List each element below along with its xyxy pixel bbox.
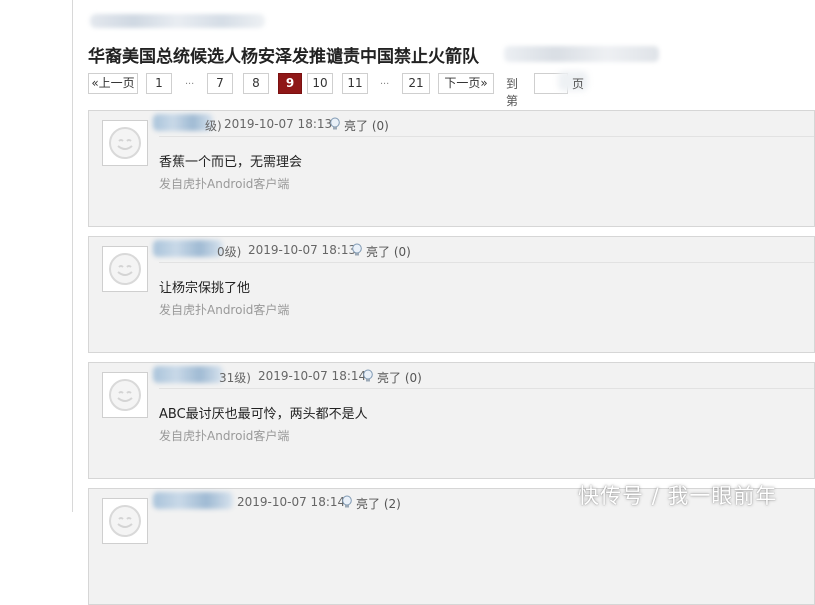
- page-link-current[interactable]: 9: [278, 73, 302, 94]
- lightbulb-icon: [342, 495, 352, 508]
- like-button[interactable]: 亮了 (2): [356, 495, 401, 512]
- avatar[interactable]: [102, 246, 148, 292]
- goto-page-suffix: 页: [572, 77, 585, 91]
- like-button[interactable]: 亮了 (0): [377, 369, 422, 386]
- page-title: 华裔美国总统候选人杨安泽发推谴责中国禁止火箭队: [88, 47, 479, 67]
- goto-page-label: 到第: [506, 77, 519, 108]
- user-level: 0级): [217, 245, 242, 259]
- post-content: 香蕉一个而已，无需理会: [159, 155, 303, 170]
- post-source: 发自虎扑Android客户端: [159, 303, 290, 317]
- page-link-7[interactable]: 7: [207, 73, 233, 94]
- post-timestamp: 2019-10-07 18:14: [258, 369, 367, 383]
- avatar[interactable]: [102, 120, 148, 166]
- username-blurred[interactable]: [153, 114, 213, 131]
- username-blurred[interactable]: [153, 492, 233, 509]
- breadcrumb: [90, 14, 265, 28]
- reply-post: 级) 2019-10-07 18:13 亮了 (0) 香蕉一个而已，无需理会 发…: [88, 110, 815, 227]
- user-level: 31级): [219, 371, 251, 385]
- post-timestamp: 2019-10-07 18:14: [237, 495, 346, 509]
- page-link-21[interactable]: 21: [402, 73, 430, 94]
- post-divider: [159, 262, 814, 263]
- post-divider: [159, 388, 814, 389]
- avatar[interactable]: [102, 372, 148, 418]
- post-source: 发自虎扑Android客户端: [159, 177, 290, 191]
- watermark: 快传号 / 我一眼前年: [578, 484, 778, 508]
- lightbulb-icon: [330, 117, 340, 130]
- post-timestamp: 2019-10-07 18:13: [224, 117, 333, 131]
- username-blurred[interactable]: [153, 240, 223, 257]
- smiley-face-icon: [109, 253, 141, 285]
- username-blurred[interactable]: [153, 366, 223, 383]
- post-timestamp: 2019-10-07 18:13: [248, 243, 357, 257]
- user-level: 级): [205, 119, 222, 133]
- post-content: ABC最讨厌也最可怜，两头都不是人: [159, 407, 368, 422]
- avatar[interactable]: [102, 498, 148, 544]
- lightbulb-icon: [363, 369, 373, 382]
- title-suffix-blurred: [504, 46, 659, 62]
- smiley-face-icon: [109, 127, 141, 159]
- like-button[interactable]: 亮了 (0): [366, 243, 411, 260]
- page-link-10[interactable]: 10: [307, 73, 333, 94]
- page-link-1[interactable]: 1: [146, 73, 172, 94]
- lightbulb-icon: [352, 243, 362, 256]
- next-page-button[interactable]: 下一页»: [438, 73, 494, 94]
- like-button[interactable]: 亮了 (0): [344, 117, 389, 134]
- smiley-face-icon: [109, 379, 141, 411]
- post-source: 发自虎扑Android客户端: [159, 429, 290, 443]
- reply-post: 0级) 2019-10-07 18:13 亮了 (0) 让杨宗保挑了他 发自虎扑…: [88, 236, 815, 353]
- pagination-ellipsis: ...: [185, 75, 195, 87]
- page-link-8[interactable]: 8: [243, 73, 269, 94]
- prev-page-button[interactable]: «上一页: [88, 73, 138, 94]
- pagination-ellipsis: ...: [380, 75, 390, 87]
- smiley-face-icon: [109, 505, 141, 537]
- post-content: 让杨宗保挑了他: [159, 281, 251, 296]
- reply-post: 31级) 2019-10-07 18:14 亮了 (0) ABC最讨厌也最可怜，…: [88, 362, 815, 479]
- post-divider: [159, 136, 814, 137]
- page-link-11[interactable]: 11: [342, 73, 368, 94]
